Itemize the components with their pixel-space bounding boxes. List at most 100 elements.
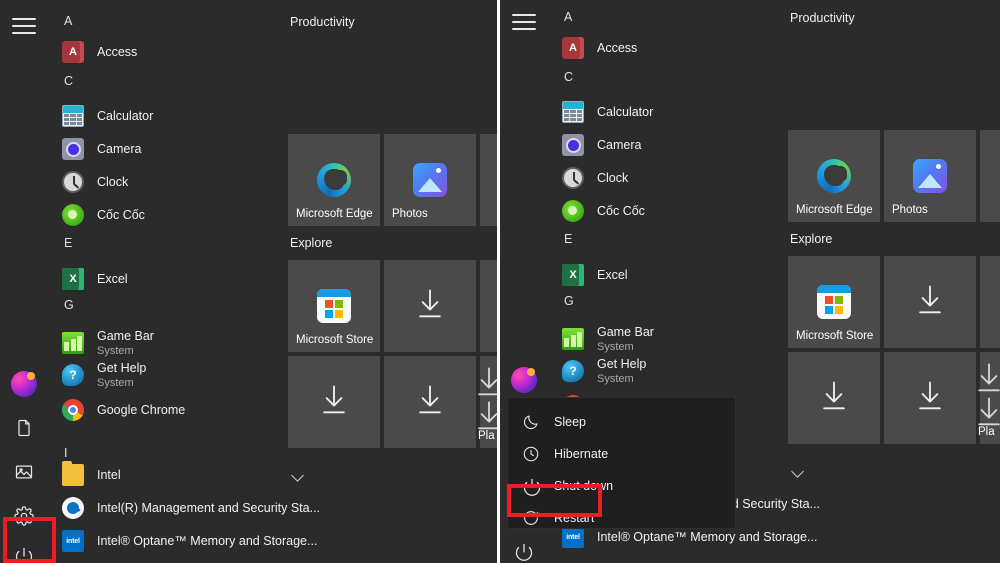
power-menu-item-hibernate[interactable]: Hibernate: [508, 439, 735, 468]
app-list-item[interactable]: Camera: [48, 132, 318, 166]
tile-downloading-partial[interactable]: Pla: [978, 352, 1000, 444]
tile-label: Pla: [478, 430, 495, 442]
app-group-letter[interactable]: A: [64, 10, 104, 32]
coccoc-icon: [62, 204, 84, 226]
app-list-item-label: Clock: [97, 174, 129, 189]
tile-photos[interactable]: Photos: [884, 130, 976, 222]
tile-downloading-3[interactable]: [788, 352, 880, 444]
tile-photos[interactable]: Photos: [384, 134, 476, 226]
tile-microsoft-edge[interactable]: Microsoft Edge: [288, 134, 380, 226]
tile-downloading-4[interactable]: [384, 356, 476, 448]
app-list-item[interactable]: A Access: [548, 31, 818, 65]
app-list-item-text: Clock: [597, 171, 628, 186]
app-list-item-label: Cốc Cốc: [97, 207, 145, 222]
tile-label: Microsoft Edge: [296, 208, 373, 220]
app-list-item[interactable]: Cốc Cốc: [48, 198, 318, 232]
app-list-item[interactable]: A Access: [48, 35, 318, 69]
app-list-item-sublabel: System: [597, 372, 634, 385]
rail-button-pictures[interactable]: [0, 448, 48, 496]
app-group-letter[interactable]: C: [564, 66, 604, 88]
app-list-item[interactable]: Clock: [48, 165, 318, 199]
tile-downloading-3[interactable]: [288, 356, 380, 448]
app-list-item-label: Camera: [597, 137, 642, 152]
app-group-letter[interactable]: C: [64, 70, 104, 92]
tile-label: Microsoft Store: [796, 330, 874, 342]
app-group-letter[interactable]: E: [564, 228, 604, 250]
pictures-icon: [14, 462, 34, 482]
app-list-item[interactable]: Camera: [548, 128, 818, 162]
calculator-icon: [562, 101, 584, 123]
access-icon: A: [62, 41, 84, 63]
app-list-item-label: Camera: [97, 141, 142, 156]
power-menu-item-sleep[interactable]: Sleep: [508, 407, 735, 436]
tile-group-label-explore[interactable]: Explore: [290, 235, 332, 251]
app-list-item[interactable]: Clock: [548, 161, 818, 195]
hamburger-menu-button[interactable]: [0, 6, 48, 54]
tile-downloading-1[interactable]: [384, 260, 476, 352]
app-list-item[interactable]: intel Intel® Optane™ Memory and Storage..…: [48, 524, 318, 558]
intel-optane-icon: intel: [62, 530, 84, 552]
tile-group-label-explore[interactable]: Explore: [790, 231, 832, 247]
app-list-item-label: Google Chrome: [97, 402, 186, 417]
tile-partial-productivity[interactable]: [480, 134, 498, 226]
tile-downloading-partial[interactable]: Pla: [478, 356, 498, 448]
pinned-tiles-area: Productivity Microsoft Edge Photos Explore M…: [784, 0, 1000, 563]
chrome-icon: [62, 399, 84, 421]
rail-button-account[interactable]: [500, 356, 548, 404]
app-group-letter[interactable]: A: [564, 6, 604, 28]
rail-button-account[interactable]: [0, 360, 48, 408]
app-list-item[interactable]: ? Get Help System: [48, 353, 318, 397]
access-icon: A: [562, 37, 584, 59]
tile-downloading-1[interactable]: [884, 256, 976, 348]
app-list-item-text: Access: [97, 45, 137, 60]
panel-divider: [497, 0, 500, 563]
app-group-letter[interactable]: G: [564, 290, 604, 312]
tile-microsoft-edge[interactable]: Microsoft Edge: [788, 130, 880, 222]
app-list-item[interactable]: Calculator: [48, 99, 318, 133]
user-avatar-icon: [511, 367, 537, 393]
clock-icon: [522, 445, 540, 463]
app-list-item[interactable]: Google Chrome: [48, 393, 318, 427]
tile-group-label-productivity[interactable]: Productivity: [790, 10, 855, 26]
app-list-item[interactable]: X Excel: [548, 258, 818, 292]
edge-icon: [817, 159, 851, 193]
tile-downloading-2[interactable]: [480, 260, 498, 352]
game-bar-icon: [62, 332, 84, 354]
app-list-item-label: Access: [597, 40, 638, 55]
clock-icon: [62, 171, 84, 193]
app-list-item-label: Get Help: [97, 360, 147, 375]
excel-icon: X: [562, 264, 584, 286]
right-screenshot-panel: ACEGIAAccessCalculatorCameraClockCốc Cốc…: [500, 0, 1000, 563]
moon-icon: [522, 413, 540, 431]
app-list-item[interactable]: Intel: [48, 458, 318, 492]
app-group-letter[interactable]: E: [64, 232, 104, 254]
tile-microsoft-store[interactable]: Microsoft Store: [288, 260, 380, 352]
rail-button-power[interactable]: [500, 528, 548, 563]
app-list-item[interactable]: Calculator: [548, 95, 818, 129]
tile-downloading-4[interactable]: [884, 352, 976, 444]
download-arrow-icon: [915, 380, 945, 417]
tile-partial-productivity[interactable]: [980, 130, 1000, 222]
app-list-item[interactable]: ? Get Help System: [548, 349, 818, 393]
tile-label: Microsoft Store: [296, 334, 374, 346]
intel-management-icon: [62, 497, 84, 519]
app-list-item[interactable]: X Excel: [48, 262, 318, 296]
rail-button-documents[interactable]: [0, 404, 48, 452]
tile-label: Microsoft Edge: [796, 204, 873, 216]
app-group-letter[interactable]: G: [64, 294, 104, 316]
download-arrow-icon: [915, 284, 945, 321]
app-list-item-label: Calculator: [97, 108, 154, 123]
calculator-icon: [62, 105, 84, 127]
restart-item-highlight: [507, 484, 602, 517]
app-list-item-label: Calculator: [597, 104, 654, 119]
tile-microsoft-store[interactable]: Microsoft Store: [788, 256, 880, 348]
app-list-item-text: Cốc Cốc: [97, 208, 145, 223]
hamburger-menu-button[interactable]: [500, 2, 548, 50]
user-avatar-icon: [11, 371, 37, 397]
tile-group-label-productivity[interactable]: Productivity: [290, 14, 355, 30]
microsoft-store-icon: [317, 289, 351, 323]
app-list-item-text: Access: [597, 41, 637, 56]
app-list-item[interactable]: Cốc Cốc: [548, 194, 818, 228]
app-list-item[interactable]: Intel(R) Management and Security Sta...: [48, 491, 320, 525]
tile-downloading-2[interactable]: [980, 256, 1000, 348]
